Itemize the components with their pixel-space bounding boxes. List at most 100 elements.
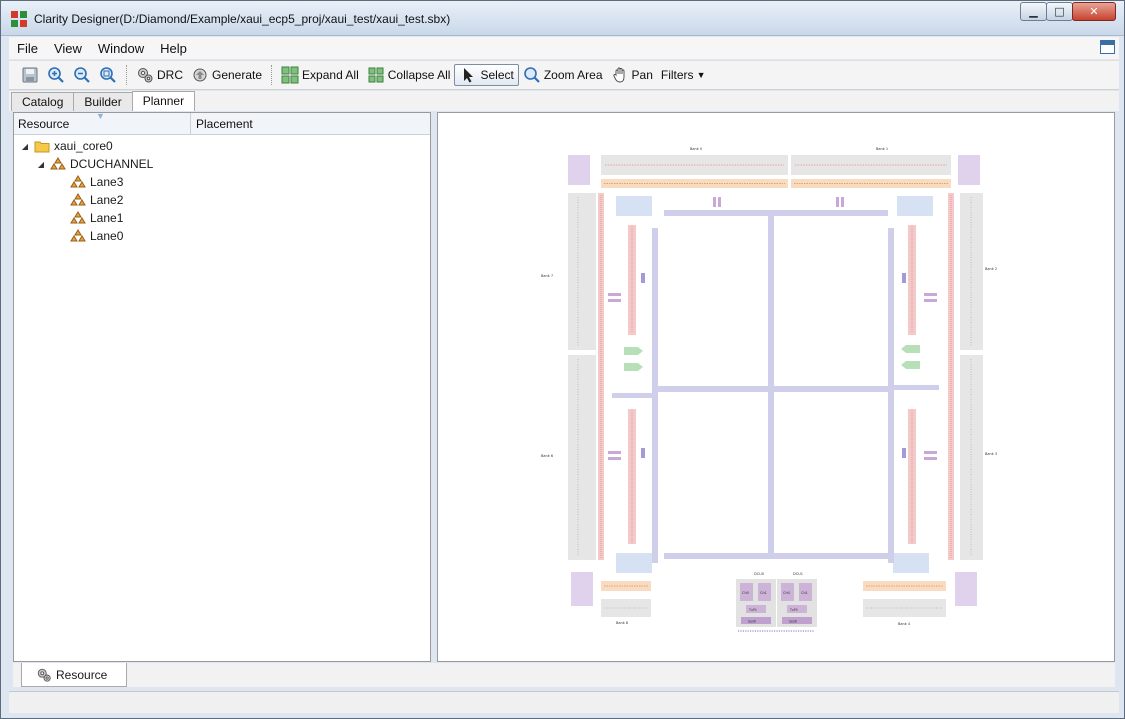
drc-button[interactable]: DRC — [132, 64, 187, 86]
device-floorplan[interactable]: Bank 0 Bank 1 Bank 7 Bank 6 Bank 2 Bank … — [438, 113, 1114, 661]
filters-label: Filters — [660, 68, 694, 82]
io-strip-bottom-left — [601, 581, 651, 591]
menu-file[interactable]: File — [9, 41, 46, 56]
collapse-all-button[interactable]: Collapse All — [363, 64, 455, 86]
expand-arrow-icon[interactable]: ◢ — [36, 160, 46, 169]
clock-spine-center-vertical — [768, 216, 774, 553]
io-bank-left-bottom — [568, 355, 596, 560]
expand-arrow-icon[interactable]: ◢ — [20, 142, 30, 151]
tab-resource[interactable]: Resource — [21, 663, 127, 687]
app-logo-icon — [11, 11, 27, 27]
zoom-out-button[interactable] — [69, 64, 95, 86]
menu-bar: File View Window Help — [9, 37, 1119, 59]
bottom-tab-strip: Resource — [13, 663, 1115, 687]
collapse-all-icon — [368, 67, 384, 83]
column-placement[interactable]: Placement — [196, 117, 253, 131]
pll-block-bottom-left — [616, 553, 652, 573]
hand-icon — [612, 67, 624, 83]
status-bar — [9, 691, 1119, 713]
tree-item-lane1[interactable]: Lane1 — [14, 209, 430, 227]
expand-all-icon — [281, 66, 299, 84]
bank-label-bottom-right: Bank 4 — [898, 622, 911, 626]
corner-block-top-right — [958, 155, 980, 185]
io-bank-bottom-left — [601, 599, 651, 617]
menu-view[interactable]: View — [46, 41, 90, 56]
menu-window[interactable]: Window — [90, 41, 152, 56]
resource-panel: Resource ▼ Placement ◢ xaui_core0 ◢ DCUC… — [13, 111, 431, 662]
dcu-channel-label: Ch0 — [742, 591, 749, 595]
caret-down-icon: ▼ — [696, 70, 706, 80]
tab-planner[interactable]: Planner — [131, 91, 196, 111]
bank-label-bottom-left: Bank 8 — [616, 621, 628, 625]
tab-builder[interactable]: Builder — [73, 92, 133, 111]
generate-label: Generate — [212, 68, 263, 82]
layout-icon[interactable] — [1100, 40, 1115, 54]
bank-label-top-left: Bank 0 — [690, 147, 702, 151]
collapse-all-label: Collapse All — [387, 68, 451, 82]
dcu-txpll-label: TxPll — [748, 608, 757, 612]
zoom-in-button[interactable] — [43, 64, 69, 86]
column-divider[interactable] — [190, 113, 191, 135]
minimize-button[interactable]: ▁ — [1020, 2, 1047, 21]
select-button[interactable]: Select — [454, 64, 519, 86]
pan-button[interactable]: Pan — [607, 64, 657, 86]
clock-buffer-right — [901, 345, 920, 353]
tree-item-lane3[interactable]: Lane3 — [14, 173, 430, 191]
zoom-out-icon — [74, 67, 90, 83]
tree-item-lane0[interactable]: Lane0 — [14, 227, 430, 245]
maximize-button[interactable]: □ — [1046, 2, 1073, 21]
resource-tree: ◢ xaui_core0 ◢ DCUCHANNEL Lane3 Lane2 La… — [14, 137, 430, 245]
lane-icon — [70, 211, 86, 224]
folder-icon — [34, 141, 50, 153]
tab-resource-label: Resource — [56, 667, 108, 682]
dcu-txpll-label: TxPll — [789, 608, 798, 612]
toolbar: DRC Generate Expand All Collapse All Sel… — [9, 60, 1119, 90]
bank-label-top-right: Bank 1 — [876, 147, 888, 151]
view-tabs: Catalog Builder Planner — [9, 91, 1119, 111]
dcu-label-1: DCU1 — [793, 572, 803, 576]
generate-button[interactable]: Generate — [187, 64, 266, 86]
zoom-fit-button[interactable] — [95, 64, 121, 86]
window-title: Clarity Designer(D:/Diamond/Example/xaui… — [34, 12, 451, 26]
tree-item-lane2[interactable]: Lane2 — [14, 191, 430, 209]
tree-item-label: Lane1 — [90, 211, 124, 225]
clock-buffer-left — [624, 363, 643, 371]
io-bank-right-top — [960, 193, 983, 350]
module-icon — [50, 157, 66, 170]
gears-icon — [138, 68, 153, 83]
magnifier-icon — [524, 67, 540, 83]
tree-item-dcuchannel[interactable]: ◢ DCUCHANNEL — [14, 155, 430, 173]
corner-block-bottom-left — [571, 572, 593, 606]
tree-item-label: DCUCHANNEL — [70, 157, 154, 171]
filters-dropdown[interactable]: Filters ▼ — [657, 64, 710, 86]
gears-icon — [37, 668, 51, 682]
clock-spine-center-horizontal — [653, 386, 893, 392]
tree-item-label: Lane0 — [90, 229, 124, 243]
lane-icon — [70, 193, 86, 206]
planner-canvas[interactable]: Bank 0 Bank 1 Bank 7 Bank 6 Bank 2 Bank … — [437, 112, 1115, 662]
bank-label-left-bottom: Bank 6 — [541, 454, 553, 458]
window-controls: ▁ □ ✕ — [1020, 2, 1116, 21]
tree-item-label: xaui_core0 — [54, 139, 113, 153]
clock-spine-bottom — [664, 553, 888, 559]
tree-item-xaui-core0[interactable]: ◢ xaui_core0 — [14, 137, 430, 155]
sort-indicator-icon: ▼ — [96, 111, 105, 121]
column-resource[interactable]: Resource — [18, 117, 69, 131]
tab-catalog[interactable]: Catalog — [11, 92, 75, 111]
expand-all-label: Expand All — [302, 68, 359, 82]
tree-item-label: Lane3 — [90, 175, 124, 189]
save-icon — [22, 67, 38, 83]
expand-all-button[interactable]: Expand All — [277, 64, 363, 86]
resource-table-header: Resource ▼ Placement — [14, 111, 430, 135]
dcu-channel-label: Ch0 — [783, 591, 790, 595]
dcu-label-0: DCU0 — [754, 572, 764, 576]
toolbar-separator — [126, 65, 127, 85]
save-button[interactable] — [17, 64, 43, 86]
zoom-area-button[interactable]: Zoom Area — [519, 64, 607, 86]
menu-help[interactable]: Help — [152, 41, 195, 56]
close-button[interactable]: ✕ — [1072, 2, 1116, 21]
dcu-serdes-label: Serdl — [789, 620, 797, 624]
pointer-icon — [464, 68, 474, 83]
clock-spine-right — [888, 228, 894, 563]
zoom-area-label: Zoom Area — [543, 68, 603, 82]
